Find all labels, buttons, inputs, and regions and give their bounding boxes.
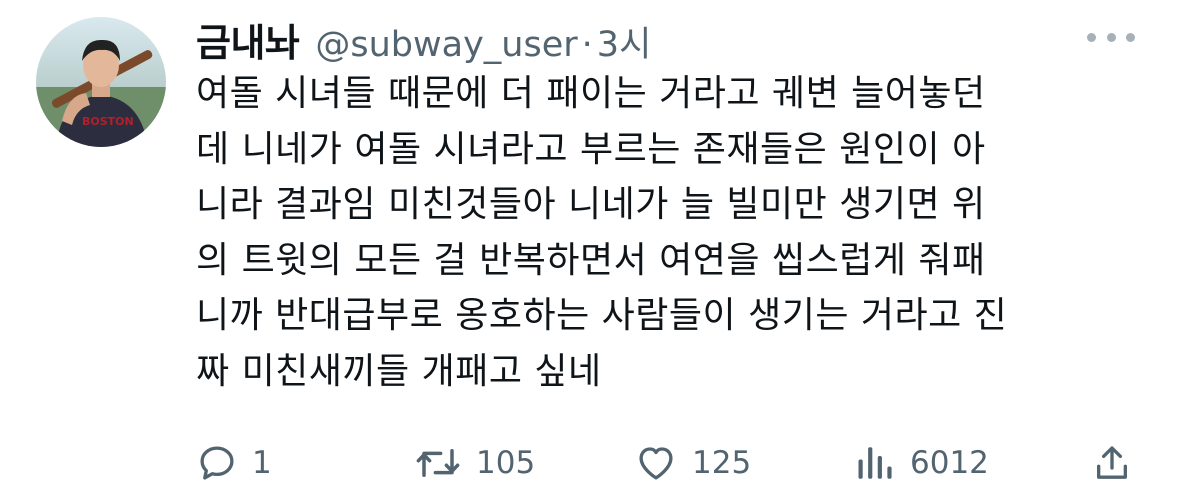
avatar-image: BOSTON bbox=[36, 17, 166, 147]
share-icon bbox=[1097, 446, 1127, 479]
views-button[interactable]: 6012 bbox=[856, 436, 989, 490]
like-count: 125 bbox=[692, 445, 752, 481]
views-icon bbox=[858, 447, 892, 479]
more-dot bbox=[1126, 32, 1135, 42]
reply-count: 1 bbox=[252, 445, 272, 481]
tweet-text: 여돌 시녀들 때문에 더 패이는 거라고 궤변 늘어놓던 데 니네가 여돌 시녀… bbox=[196, 73, 1008, 392]
retweet-count: 105 bbox=[476, 445, 536, 481]
display-name[interactable]: 금내놔 bbox=[196, 12, 300, 67]
svg-text:BOSTON: BOSTON bbox=[82, 115, 134, 128]
timestamp[interactable]: 3시 bbox=[597, 16, 651, 67]
retweet-button[interactable]: 105 bbox=[414, 436, 535, 490]
more-icon[interactable] bbox=[1087, 30, 1135, 44]
action-bar: 1 105 125 6012 bbox=[196, 436, 1140, 490]
more-dot bbox=[1106, 32, 1116, 42]
avatar[interactable]: BOSTON bbox=[36, 17, 166, 147]
views-count: 6012 bbox=[910, 445, 989, 481]
heart-icon bbox=[639, 447, 673, 480]
separator-dot: · bbox=[581, 25, 593, 65]
reply-icon bbox=[200, 446, 234, 480]
user-handle[interactable]: @subway_user bbox=[315, 25, 577, 65]
share-button[interactable] bbox=[1092, 436, 1132, 490]
tweet-header: 금내놔 @subway_user · 3시 bbox=[196, 12, 651, 65]
reply-button[interactable]: 1 bbox=[196, 436, 272, 490]
more-dot bbox=[1087, 32, 1096, 42]
like-button[interactable]: 125 bbox=[634, 436, 751, 490]
retweet-icon bbox=[416, 449, 460, 477]
